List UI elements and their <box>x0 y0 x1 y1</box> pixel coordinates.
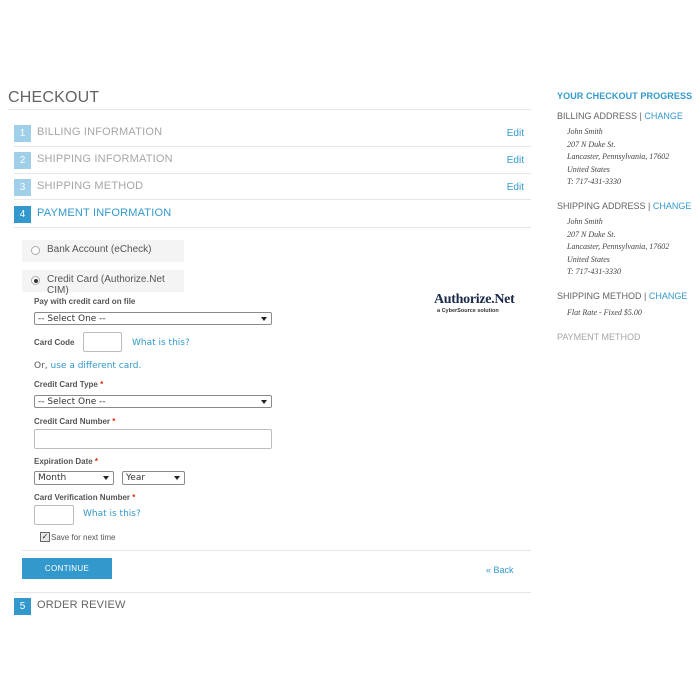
payment-method-credit-card[interactable]: Credit Card (Authorize.Net CIM) <box>22 270 184 296</box>
cc-type-select[interactable]: -- Select One -- <box>34 395 272 408</box>
step-number: 2 <box>14 152 31 169</box>
required-mark: * <box>132 493 136 502</box>
step-number: 1 <box>14 125 31 142</box>
expiration-month-select[interactable]: Month <box>34 471 114 485</box>
save-card-checkbox[interactable]: ✓ <box>40 532 50 542</box>
method-label: Bank Account (eCheck) <box>47 244 152 255</box>
edit-billing-link[interactable]: Edit <box>507 128 524 139</box>
card-code-help-link[interactable]: What is this? <box>132 338 190 348</box>
payment-method-echeck[interactable]: Bank Account (eCheck) <box>22 240 184 262</box>
step-number: 3 <box>14 179 31 196</box>
step-shipping-method: 3 SHIPPING METHOD Edit <box>14 177 531 201</box>
select-value: -- Select One -- <box>38 314 106 324</box>
required-mark: * <box>112 417 116 426</box>
billing-address-block: John Smith 207 N Duke St. Lancaster, Pen… <box>567 127 670 187</box>
card-on-file-select[interactable]: -- Select One -- <box>34 312 272 325</box>
change-shipping-method-link[interactable]: CHANGE <box>649 291 688 301</box>
chevron-down-icon <box>103 476 109 480</box>
required-mark: * <box>100 380 104 389</box>
divider <box>14 227 531 228</box>
change-billing-link[interactable]: CHANGE <box>644 111 683 121</box>
divider <box>14 146 531 147</box>
expiration-date-label: Expiration Date * <box>34 457 99 466</box>
method-label: Credit Card (Authorize.Net CIM) <box>47 274 165 296</box>
step-title: BILLING INFORMATION <box>37 126 163 138</box>
required-mark: * <box>94 457 99 466</box>
billing-address-title: BILLING ADDRESS | CHANGE <box>557 111 683 121</box>
step-payment-information: 4 PAYMENT INFORMATION <box>14 204 531 228</box>
step-number: 5 <box>14 598 31 615</box>
radio-button[interactable] <box>31 246 40 255</box>
shipping-method-title: SHIPPING METHOD | CHANGE <box>557 291 688 301</box>
page-title: CHECKOUT <box>8 89 100 106</box>
step-title: ORDER REVIEW <box>37 599 126 611</box>
divider <box>14 199 531 200</box>
cc-number-label: Credit Card Number * <box>34 417 116 426</box>
different-card-text: Or, use a different card. <box>34 361 142 371</box>
step-title: SHIPPING METHOD <box>37 180 144 192</box>
card-code-label: Card Code <box>34 338 75 347</box>
edit-shipping-method-link[interactable]: Edit <box>507 182 524 193</box>
step-title: PAYMENT INFORMATION <box>37 207 172 219</box>
pay-with-card-label: Pay with credit card on file <box>34 297 136 306</box>
save-card-label: Save for next time <box>51 533 116 542</box>
cvv-help-link[interactable]: What is this? <box>83 509 141 519</box>
cc-number-input[interactable] <box>34 429 272 449</box>
chevron-down-icon <box>261 317 267 321</box>
step-title: SHIPPING INFORMATION <box>37 153 173 165</box>
step-number: 4 <box>14 206 31 223</box>
cvv-label: Card Verification Number * <box>34 493 136 502</box>
chevron-down-icon <box>261 400 267 404</box>
divider <box>14 173 531 174</box>
select-value: -- Select One -- <box>38 397 106 407</box>
authorize-net-logo: Authorize.Net <box>434 292 515 307</box>
shipping-address-block: John Smith 207 N Duke St. Lancaster, Pen… <box>567 217 670 277</box>
checkout-progress-heading: YOUR CHECKOUT PROGRESS <box>557 91 693 101</box>
select-value: Month <box>38 473 67 483</box>
divider <box>14 592 531 593</box>
use-different-card-link[interactable]: use a different card. <box>51 361 142 371</box>
select-value: Year <box>126 473 146 483</box>
edit-shipping-link[interactable]: Edit <box>507 155 524 166</box>
change-shipping-link[interactable]: CHANGE <box>653 201 692 211</box>
back-link[interactable]: « Back <box>486 565 514 575</box>
shipping-address-title: SHIPPING ADDRESS | CHANGE <box>557 201 692 211</box>
step-billing-information: 1 BILLING INFORMATION Edit <box>14 123 531 147</box>
card-code-input[interactable] <box>83 332 122 352</box>
expiration-year-select[interactable]: Year <box>122 471 185 485</box>
step-shipping-information: 2 SHIPPING INFORMATION Edit <box>14 150 531 174</box>
logo-tagline: a CyberSource solution <box>437 308 499 314</box>
payment-method-title: PAYMENT METHOD <box>557 332 641 342</box>
divider <box>22 550 531 551</box>
chevron-down-icon <box>174 476 180 480</box>
step-order-review: 5 ORDER REVIEW <box>14 596 531 620</box>
shipping-method-value: Flat Rate - Fixed $5.00 <box>567 308 642 317</box>
radio-button[interactable] <box>31 276 40 285</box>
divider <box>8 109 531 110</box>
cc-type-label: Credit Card Type * <box>34 380 104 389</box>
cvv-input[interactable] <box>34 505 74 525</box>
continue-button[interactable]: CONTINUE <box>22 558 112 579</box>
